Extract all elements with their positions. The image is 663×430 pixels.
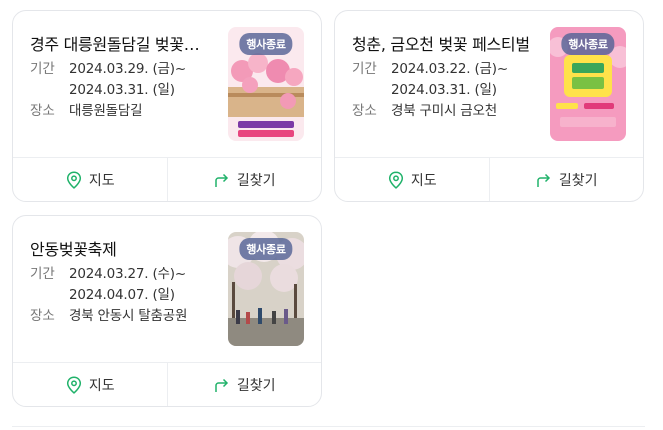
event-place: 대릉원돌담길 — [69, 103, 143, 119]
event-card-body[interactable]: 안동벚꽃축제 기간 2024.03.27. (수)~ 2024.04.07. (일… — [13, 216, 321, 362]
event-title[interactable]: 경주 대릉원돌담길 벚꽃축제 — [30, 31, 212, 55]
section-divider — [12, 426, 645, 427]
event-card-body[interactable]: 청춘, 금오천 벚꽃 페스티벌 기간 2024.03.22. (금)~ 2024.… — [335, 11, 643, 157]
event-date-end: 2024.03.31. (일) — [69, 82, 175, 98]
event-title[interactable]: 안동벚꽃축제 — [30, 236, 212, 260]
event-actions: 지도 길찾기 — [13, 157, 321, 201]
place-label: 장소 — [352, 103, 377, 119]
directions-button[interactable]: 길찾기 — [166, 158, 322, 201]
map-button-label: 지도 — [88, 377, 115, 394]
event-info: 기간 2024.03.27. (수)~ 2024.04.07. (일) 장소 경북 … — [30, 264, 187, 327]
directions-arrow-icon — [213, 376, 231, 394]
event-ended-badge: 행사종료 — [239, 238, 293, 260]
event-card[interactable]: 안동벚꽃축제 기간 2024.03.27. (수)~ 2024.04.07. (일… — [12, 215, 322, 407]
map-button-label: 지도 — [410, 172, 437, 189]
event-date-end: 2024.03.31. (일) — [391, 82, 497, 98]
map-button-label: 지도 — [88, 172, 115, 189]
event-info: 기간 2024.03.29. (금)~ 2024.03.31. (일) 장소 대릉원… — [30, 59, 186, 122]
directions-button-label: 길찾기 — [236, 172, 276, 189]
event-date-end: 2024.04.07. (일) — [69, 287, 175, 303]
event-card[interactable]: 경주 대릉원돌담길 벚꽃축제 기간 2024.03.29. (금)~ 2024.0… — [12, 10, 322, 202]
map-pin-icon — [65, 170, 83, 189]
event-place: 경북 안동시 탈춤공원 — [69, 308, 188, 324]
map-button[interactable]: 지도 — [335, 158, 489, 201]
directions-button[interactable]: 길찾기 — [166, 363, 322, 406]
period-label: 기간 — [30, 61, 55, 77]
event-place: 경북 구미시 금오천 — [391, 103, 497, 119]
period-label: 기간 — [30, 266, 55, 282]
event-ended-badge: 행사종료 — [239, 33, 293, 55]
map-button[interactable]: 지도 — [13, 158, 167, 201]
event-date-start: 2024.03.22. (금)~ — [391, 61, 508, 77]
event-poster-thumbnail[interactable]: 행사종료 — [550, 27, 626, 141]
directions-arrow-icon — [535, 171, 553, 189]
event-info: 기간 2024.03.22. (금)~ 2024.03.31. (일) 장소 경북 … — [352, 59, 508, 122]
event-date-start: 2024.03.27. (수)~ — [69, 266, 186, 282]
map-button[interactable]: 지도 — [13, 363, 167, 406]
place-label: 장소 — [30, 308, 55, 324]
event-poster-thumbnail[interactable]: 행사종료 — [228, 232, 304, 346]
event-actions: 지도 길찾기 — [335, 157, 643, 201]
event-actions: 지도 길찾기 — [13, 362, 321, 406]
period-label: 기간 — [352, 61, 377, 77]
map-pin-icon — [65, 375, 83, 394]
directions-arrow-icon — [213, 171, 231, 189]
event-date-start: 2024.03.29. (금)~ — [69, 61, 186, 77]
directions-button-label: 길찾기 — [558, 172, 598, 189]
event-card[interactable]: 청춘, 금오천 벚꽃 페스티벌 기간 2024.03.22. (금)~ 2024.… — [334, 10, 644, 202]
event-ended-badge: 행사종료 — [561, 33, 615, 55]
place-label: 장소 — [30, 103, 55, 119]
directions-button[interactable]: 길찾기 — [488, 158, 644, 201]
map-pin-icon — [387, 170, 405, 189]
event-title[interactable]: 청춘, 금오천 벚꽃 페스티벌 — [352, 31, 534, 55]
event-card-body[interactable]: 경주 대릉원돌담길 벚꽃축제 기간 2024.03.29. (금)~ 2024.0… — [13, 11, 321, 157]
directions-button-label: 길찾기 — [236, 377, 276, 394]
event-poster-thumbnail[interactable]: 행사종료 — [228, 27, 304, 141]
